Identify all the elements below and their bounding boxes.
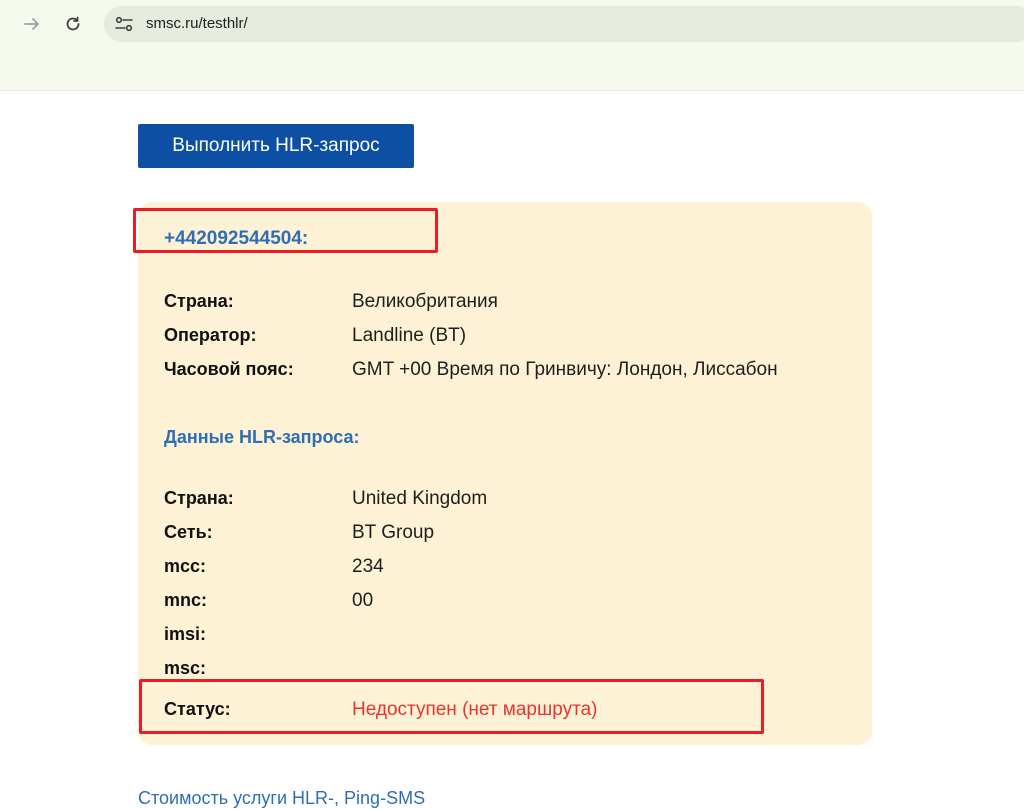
row-value: United Kingdom xyxy=(352,488,488,509)
hlr-data-title: Данные HLR-запроса: xyxy=(164,427,360,447)
row-label: msc: xyxy=(164,658,207,678)
row-label: Часовой пояс: xyxy=(164,359,294,379)
row-label: imsi: xyxy=(164,624,207,644)
row-value: Великобритания xyxy=(352,291,498,312)
phone-number-heading: +442092544504: xyxy=(164,228,309,249)
browser-toolbar: smsc.ru/testhlr/ xyxy=(0,0,1024,91)
row-label: Оператор: xyxy=(164,325,257,345)
address-bar[interactable]: smsc.ru/testhlr/ xyxy=(104,6,1024,42)
row-label: Страна: xyxy=(164,488,234,508)
row-value: 234 xyxy=(352,556,384,577)
forward-icon[interactable] xyxy=(16,8,48,40)
site-info-icon[interactable] xyxy=(114,15,134,33)
row-value: GMT +00 Время по Гринвичу: Лондон, Лисса… xyxy=(352,359,778,380)
url-text[interactable]: smsc.ru/testhlr/ xyxy=(146,6,248,42)
status-label: Статус: xyxy=(164,699,231,719)
service-cost-link[interactable]: Стоимость услуги HLR-, Ping-SMS xyxy=(138,788,425,809)
row-label: Сеть: xyxy=(164,522,213,542)
row-label: mcc: xyxy=(164,556,207,576)
status-value: Недоступен (нет маршрута) xyxy=(352,699,598,720)
row-label: Страна: xyxy=(164,291,234,311)
reload-icon[interactable] xyxy=(57,8,89,40)
row-value: Landline (BT) xyxy=(352,325,467,346)
row-value: BT Group xyxy=(352,522,435,543)
row-label: mnc: xyxy=(164,590,208,610)
run-hlr-request-button[interactable]: Выполнить HLR-запрос xyxy=(138,124,414,168)
row-value: 00 xyxy=(352,590,374,611)
